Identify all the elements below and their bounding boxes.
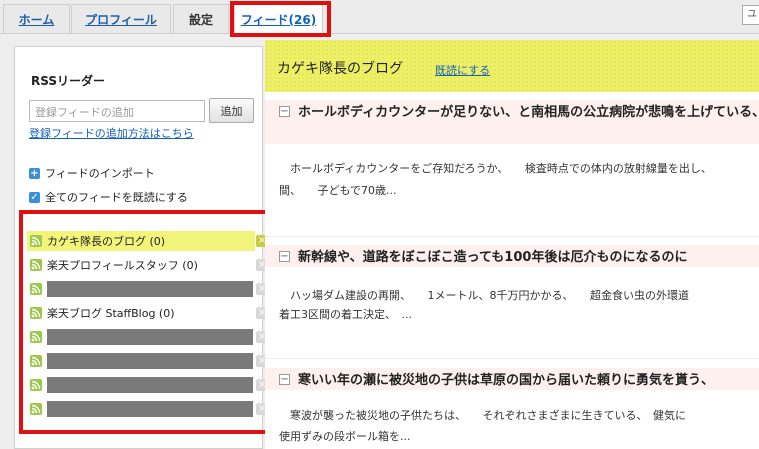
article-body-line: 使用ずみの段ボール箱を... bbox=[279, 430, 411, 443]
article-header: − 新幹線や、道路をぼこぼこ造っても100年後は厄介ものになるのに bbox=[265, 245, 759, 267]
rss-icon bbox=[30, 403, 42, 415]
feed-title: カゲキ隊長のブログ bbox=[277, 61, 403, 77]
import-feeds-label: フィードのインポート bbox=[45, 167, 155, 180]
rss-icon bbox=[30, 307, 42, 319]
article-header: − ホールボディカウンターが足りない、と南相馬の公立病院が悲鳴を上げている、 bbox=[265, 100, 759, 144]
rss-icon bbox=[30, 235, 42, 247]
redacted-feed-name bbox=[47, 377, 253, 393]
rss-icon bbox=[30, 379, 42, 391]
article-title[interactable]: 寒いい年の瀬に被災地の子供は草原の国から届いた頼りに勇気を貰う、 bbox=[298, 371, 759, 391]
add-feed-input[interactable]: 登録フィードの追加 bbox=[29, 100, 205, 122]
plus-icon: + bbox=[29, 167, 40, 179]
rss-icon bbox=[30, 331, 42, 343]
article-body-line: 寒波が襲った被災地の子供たちは、 それぞれさまざまに生きている、 健気に bbox=[279, 409, 686, 422]
feed-label: 楽天ブログ StaffBlog (0) bbox=[47, 307, 175, 320]
feed-list-item[interactable]: × bbox=[27, 399, 268, 419]
check-icon: ✓ bbox=[29, 191, 40, 203]
add-feed-howto-link[interactable]: 登録フィードの追加方法はこちら bbox=[29, 125, 194, 141]
feed-label: 楽天プロフィールスタッフ (0) bbox=[47, 259, 198, 272]
main-panel: カゲキ隊長のブログ 既読にする − ホールボディカウンターが足りない、と南相馬の… bbox=[265, 40, 759, 449]
tab-settings[interactable]: 設定 bbox=[173, 4, 229, 33]
tab-bar: ホーム プロフィール 設定 フィード(26) ユ bbox=[0, 0, 759, 37]
rss-icon bbox=[30, 283, 42, 295]
feed-list-item[interactable]: × bbox=[27, 279, 268, 299]
redacted-feed-name bbox=[47, 329, 253, 345]
article-body-line: 着工3区間の着工決定、 ... bbox=[279, 308, 412, 321]
rss-icon bbox=[30, 355, 42, 367]
tab-home[interactable]: ホーム bbox=[3, 4, 70, 33]
feed-label: カゲキ隊長のブログ (0) bbox=[47, 235, 166, 248]
collapse-icon[interactable]: − bbox=[279, 374, 290, 385]
redacted-feed-name bbox=[47, 353, 253, 369]
feed-list-item[interactable]: × bbox=[27, 375, 268, 395]
collapse-icon[interactable]: − bbox=[279, 251, 290, 262]
collapse-icon[interactable]: − bbox=[279, 106, 290, 117]
feed-list-item[interactable]: 楽天ブログ StaffBlog (0) × bbox=[27, 303, 268, 323]
feed-list-item[interactable]: 楽天プロフィールスタッフ (0) × bbox=[27, 255, 268, 275]
article-body-line: 間、 子どもで70歳... bbox=[279, 184, 397, 197]
redacted-feed-name bbox=[47, 401, 253, 417]
feed-header: カゲキ隊長のブログ 既読にする bbox=[265, 40, 759, 92]
sidebar: RSSリーダー 登録フィードの追加 追加 登録フィードの追加方法はこちら + フ… bbox=[14, 46, 270, 449]
feed-list-item[interactable]: カゲキ隊長のブログ (0) × bbox=[27, 231, 268, 251]
feed-list-item[interactable]: × bbox=[27, 351, 268, 371]
rss-reader-title: RSSリーダー bbox=[31, 74, 105, 88]
rss-icon bbox=[30, 259, 42, 271]
article-header: − 寒いい年の瀬に被災地の子供は草原の国から届いた頼りに勇気を貰う、 bbox=[265, 368, 759, 390]
tab-profile[interactable]: プロフィール bbox=[71, 4, 171, 33]
tab-feed[interactable]: フィード(26) bbox=[234, 4, 323, 33]
article-body-line: ハッ場ダム建設の再開、 1メートル、8千万円かかる、 超金食い虫の外環道 bbox=[279, 289, 689, 302]
article-title[interactable]: 新幹線や、道路をぼこぼこ造っても100年後は厄介ものになるのに bbox=[298, 248, 759, 268]
mark-all-read-option[interactable]: ✓ 全てのフィードを既読にする bbox=[29, 189, 188, 205]
add-feed-button[interactable]: 追加 bbox=[209, 98, 254, 123]
redacted-feed-name bbox=[47, 281, 253, 297]
article-body-line: ホールボディカウンターをご存知だろうか、 検査時点での体内の放射線量を出し、 bbox=[279, 162, 712, 175]
divider bbox=[265, 236, 759, 237]
divider bbox=[265, 358, 759, 359]
feed-list-item[interactable]: × bbox=[27, 327, 268, 347]
mark-all-read-label: 全てのフィードを既読にする bbox=[45, 191, 188, 204]
article-title[interactable]: ホールボディカウンターが足りない、と南相馬の公立病院が悲鳴を上げている、 bbox=[298, 103, 759, 123]
mark-read-link[interactable]: 既読にする bbox=[435, 62, 490, 78]
tab-right-control[interactable]: ユ bbox=[742, 5, 759, 25]
import-feeds-option[interactable]: + フィードのインポート bbox=[29, 165, 155, 181]
